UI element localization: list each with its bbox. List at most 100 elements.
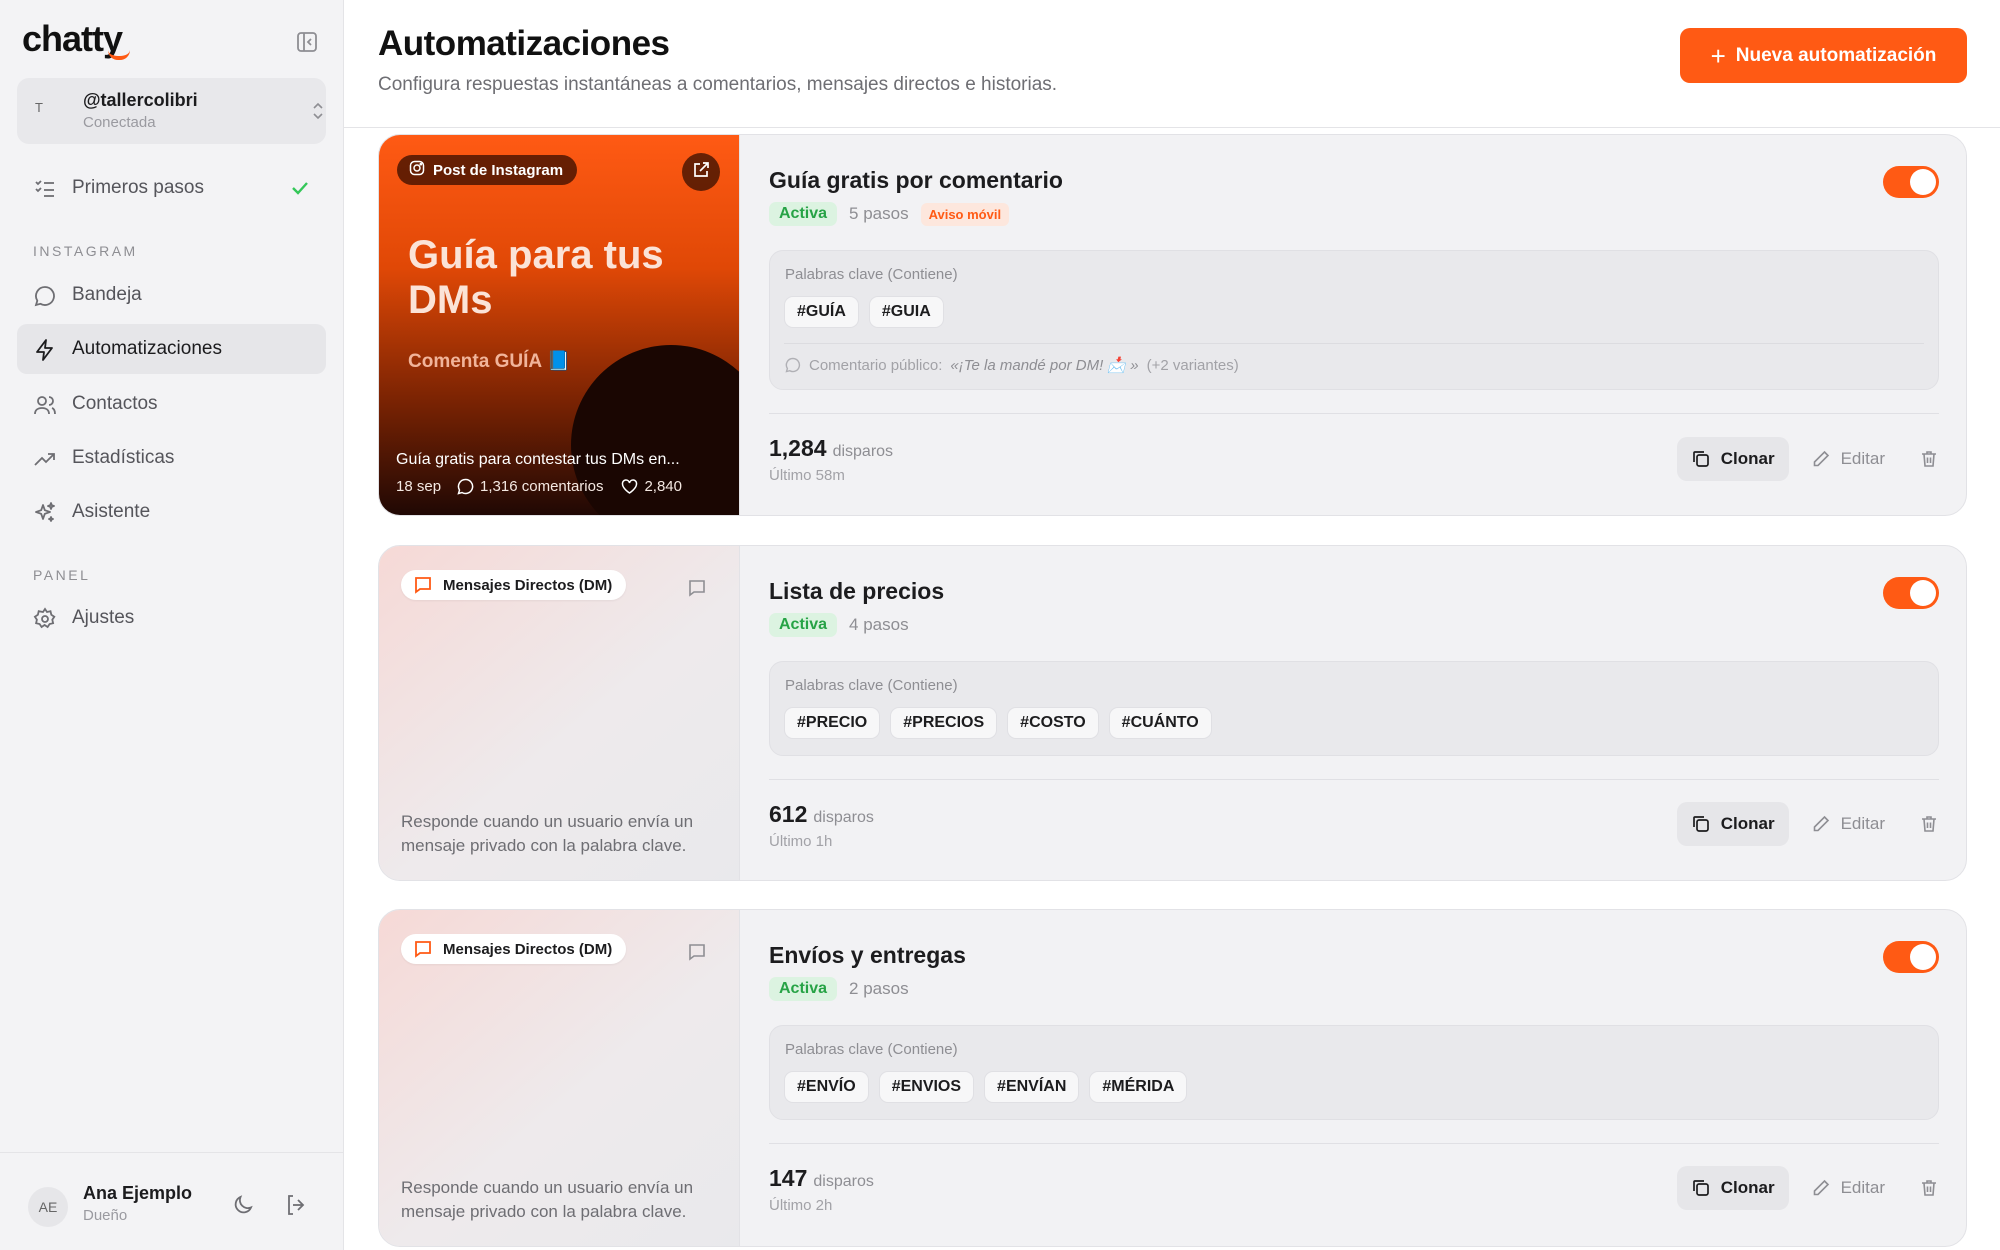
message-square-icon <box>415 941 431 958</box>
automation-tags: Activa 5 pasos Aviso móvil <box>769 202 1010 226</box>
automation-card: Post de Instagram Guía para tus DMs Come… <box>378 134 1967 516</box>
fires-unit: disparos <box>813 809 874 826</box>
new-automation-label: Nueva automatización <box>1735 44 1937 66</box>
users-icon <box>33 393 57 417</box>
sidebar-item-label: Ajustes <box>72 607 135 628</box>
speech-icon <box>785 357 801 373</box>
delete-button[interactable] <box>1919 1178 1939 1198</box>
post-caption: Guía gratis para contestar tus DMs en... <box>396 451 680 468</box>
instagram-post-thumbnail[interactable]: Post de Instagram Guía para tus DMs Come… <box>379 135 740 515</box>
automation-title[interactable]: Guía gratis por comentario <box>769 167 1063 194</box>
automation-body: Envíos y entregas Activa 2 pasos Palabra… <box>740 910 1966 1246</box>
clone-button[interactable]: Clonar <box>1676 437 1789 481</box>
automation-body: Guía gratis por comentario Activa 5 paso… <box>740 135 1966 515</box>
collapse-sidebar-icon[interactable] <box>296 31 318 53</box>
fires-count: 612 <box>769 801 808 827</box>
type-pill-label: Post de Instagram <box>433 161 564 179</box>
sidebar-item-label: Bandeja <box>72 284 142 305</box>
automation-title[interactable]: Lista de precios <box>769 578 944 605</box>
sidebar-item-bandeja[interactable]: Bandeja <box>17 270 326 320</box>
sidebar-item-label: Automatizaciones <box>72 338 222 359</box>
keywords-label: Palabras clave (Contiene) <box>785 677 958 694</box>
logout-icon[interactable] <box>284 1193 308 1222</box>
active-toggle[interactable] <box>1883 166 1939 198</box>
user-name: Ana Ejemplo <box>83 1183 193 1203</box>
status-badge: Activa <box>769 613 838 637</box>
account-switcher[interactable]: T @tallercolibri Conectada <box>17 78 326 144</box>
keyword-chip: #PRECIOS <box>890 707 998 739</box>
fires-unit: disparos <box>832 443 894 460</box>
edit-button[interactable]: Editar <box>1811 449 1885 469</box>
sidebar-item-automatizaciones[interactable]: Automatizaciones <box>17 324 326 374</box>
automation-body: Lista de precios Activa 4 pasos Palabras… <box>740 546 1966 880</box>
automation-tags: Activa 2 pasos <box>769 977 909 1001</box>
card-actions: Clonar Editar <box>1676 802 1939 846</box>
warning-badge: Aviso móvil <box>920 202 1010 226</box>
trash-icon <box>1922 451 1936 467</box>
open-external-button[interactable] <box>682 153 720 191</box>
app-logo[interactable]: chatty <box>22 18 123 60</box>
clone-label: Clonar <box>1720 814 1775 833</box>
divider <box>769 1143 1939 1144</box>
trending-icon <box>33 447 57 471</box>
public-comment-variants: (+2 variantes) <box>1146 356 1239 374</box>
page-subtitle: Configura respuestas instantáneas a come… <box>378 74 1058 95</box>
sidebar-item-asistente[interactable]: Asistente <box>17 487 326 537</box>
fires-stat: 147 disparos Último 2h <box>769 1165 874 1214</box>
last-fired: Último 1h <box>769 833 833 850</box>
dm-description: Responde cuando un usuario envía un mens… <box>401 1178 694 1221</box>
lightning-icon <box>33 338 57 362</box>
sidebar-item-label: Estadísticas <box>72 447 175 468</box>
keyword-chip: #CUÁNTO <box>1108 707 1212 739</box>
public-comment-text: «¡Te la mandé por DM! 📩 » <box>950 357 1139 374</box>
section-label-panel: PANEL <box>33 567 91 583</box>
delete-button[interactable] <box>1919 449 1939 469</box>
moon-icon[interactable] <box>231 1193 255 1222</box>
message-square-icon <box>415 577 431 594</box>
clone-button[interactable]: Clonar <box>1676 1166 1789 1210</box>
post-likes: 2,840 <box>621 478 682 495</box>
new-automation-button[interactable]: + Nueva automatización <box>1680 28 1967 83</box>
divider <box>769 779 1939 780</box>
chat-bubble-icon <box>33 284 57 308</box>
automation-title[interactable]: Envíos y entregas <box>769 942 966 969</box>
keyword-chip: #PRECIO <box>784 707 881 739</box>
user-footer: AE Ana Ejemplo Dueño <box>0 1152 344 1250</box>
delete-button[interactable] <box>1919 814 1939 834</box>
post-headline: Guía para tus DMs <box>408 233 664 322</box>
keywords-row: #ENVÍO #ENVIOS #ENVÍAN #MÉRIDA <box>784 1071 1188 1103</box>
keywords-box: Palabras clave (Contiene) #ENVÍO #ENVIOS… <box>769 1025 1939 1120</box>
sidebar-item-estadisticas[interactable]: Estadísticas <box>17 433 326 483</box>
sidebar-item-getting-started[interactable]: Primeros pasos <box>17 163 326 213</box>
fires-unit: disparos <box>813 1173 874 1190</box>
sidebar-item-contactos[interactable]: Contactos <box>17 379 326 429</box>
keywords-row: #PRECIO #PRECIOS #COSTO #CUÁNTO <box>784 707 1212 739</box>
keyword-chip: #ENVÍO <box>784 1071 869 1103</box>
active-toggle[interactable] <box>1883 941 1939 973</box>
dm-thumbnail: Mensajes Directos (DM) Responde cuando u… <box>379 546 740 880</box>
user-avatar[interactable]: AE <box>28 1187 68 1227</box>
active-toggle[interactable] <box>1883 577 1939 609</box>
public-comment-prefix: Comentario público: <box>809 356 943 374</box>
copy-icon <box>1692 816 1709 832</box>
keyword-chip: #GUIA <box>868 296 944 328</box>
edit-button[interactable]: Editar <box>1811 1178 1885 1198</box>
automation-card: Mensajes Directos (DM) Responde cuando u… <box>378 545 1967 881</box>
post-meta: 18 sep 1,316 comentarios 2,840 <box>396 478 682 495</box>
edit-button[interactable]: Editar <box>1811 814 1885 834</box>
sidebar-item-ajustes[interactable]: Ajustes <box>17 593 326 643</box>
clone-button[interactable]: Clonar <box>1676 802 1789 846</box>
keywords-box: Palabras clave (Contiene) #GUÍA #GUIA Co… <box>769 250 1939 390</box>
divider <box>784 343 1924 344</box>
comment-icon <box>457 478 474 495</box>
page-header: Automatizaciones Configura respuestas in… <box>344 0 2000 128</box>
sparkles-icon <box>33 501 57 525</box>
last-fired: Último 58m <box>769 467 845 484</box>
sidebar-item-label: Primeros pasos <box>72 177 204 198</box>
keyword-chip: #COSTO <box>1007 707 1099 739</box>
card-actions: Clonar Editar <box>1676 1166 1939 1210</box>
checklist-icon <box>33 177 57 201</box>
edit-label: Editar <box>1840 814 1885 833</box>
clone-label: Clonar <box>1720 1178 1775 1197</box>
last-fired: Último 2h <box>769 1197 833 1214</box>
